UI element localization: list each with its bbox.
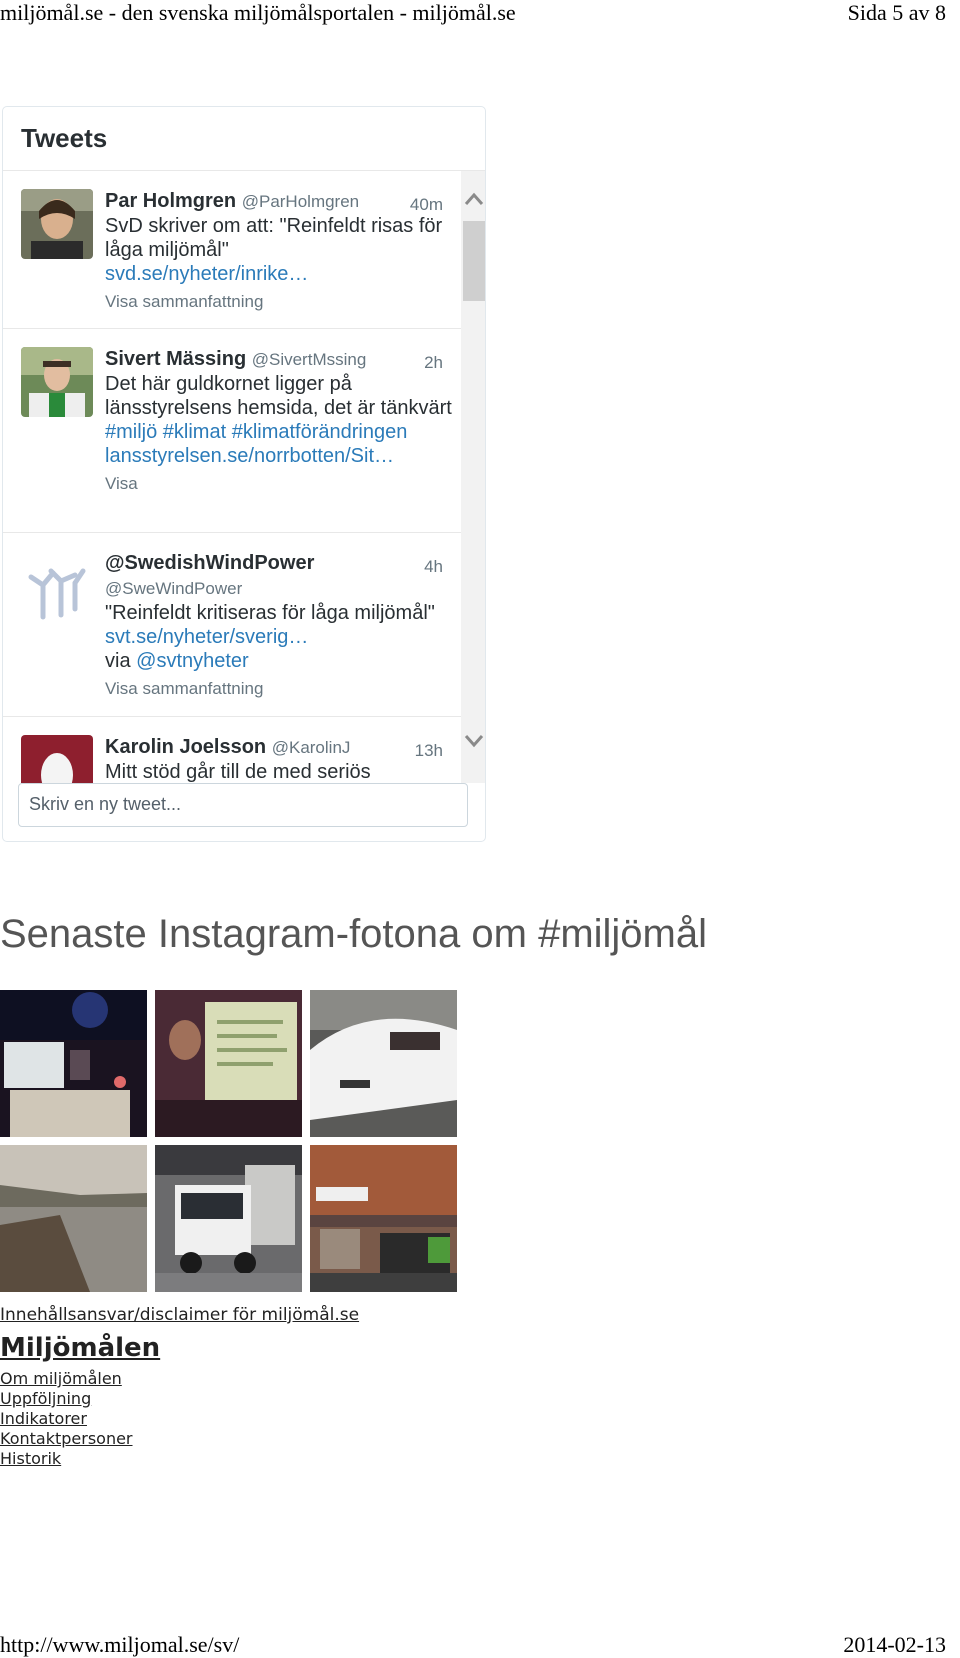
chevron-down-icon[interactable] (461, 731, 485, 753)
footer-link-indikatorer[interactable]: Indikatorer (0, 1409, 359, 1429)
tweet-author-name[interactable]: Sivert Mässing (105, 348, 246, 370)
tweet-expand-link[interactable]: Visa sammanfattning (105, 677, 461, 701)
miljomalen-heading-link[interactable]: Miljömålen (0, 1333, 359, 1363)
tweet-timestamp[interactable]: 4h (424, 555, 443, 579)
footer-link-kontaktpersoner[interactable]: Kontaktpersoner (0, 1429, 359, 1449)
tweet-author-handle[interactable]: @ParHolmgren (242, 192, 359, 211)
new-tweet-placeholder: Skriv en ny tweet... (29, 794, 182, 814)
tweet-timestamp[interactable]: 40m (410, 193, 443, 217)
tweet-item[interactable]: Sivert Mässing @SivertMssing 2h Det här … (3, 329, 461, 533)
tweet-item[interactable]: Par Holmgren @ParHolmgren 40m SvD skrive… (3, 171, 461, 329)
tweet-list: Par Holmgren @ParHolmgren 40m SvD skrive… (3, 171, 461, 783)
instagram-photo-grid (0, 990, 460, 1292)
print-page-number: Sida 5 av 8 (847, 0, 946, 25)
footer-link-historik[interactable]: Historik (0, 1449, 359, 1469)
tweet-item[interactable]: @SwedishWindPower 4h @SweWindPower "Rein… (3, 533, 461, 717)
print-header-title: miljömål.se - den svenska miljömålsporta… (0, 0, 516, 25)
chevron-up-icon[interactable] (461, 189, 485, 211)
tweet-author-handle[interactable]: @SweWindPower (105, 577, 461, 601)
tweet-author-handle[interactable]: @KarolinJ (272, 738, 351, 757)
instagram-photo[interactable] (0, 1145, 147, 1292)
tweet-author-name[interactable]: Par Holmgren (105, 190, 236, 212)
tweets-title: Tweets (21, 123, 108, 153)
avatar[interactable] (21, 189, 93, 259)
tweets-header: Tweets (3, 107, 485, 171)
tweet-via-label: via (105, 650, 131, 672)
avatar[interactable] (21, 735, 93, 783)
instagram-photo[interactable] (155, 990, 302, 1137)
tweet-text: "Reinfeldt kritiseras för låga miljömål" (105, 602, 435, 624)
tweet-text: SvD skriver om att: "Reinfeldt risas för… (105, 215, 443, 261)
instagram-photo[interactable] (0, 990, 147, 1137)
tweet-expand-link[interactable]: Visa (105, 472, 461, 496)
tweet-author-handle[interactable]: @SivertMssing (252, 350, 367, 369)
tweets-stream[interactable]: Par Holmgren @ParHolmgren 40m SvD skrive… (3, 171, 485, 783)
tweet-timestamp[interactable]: 13h (415, 739, 443, 763)
tweet-link[interactable]: lansstyrelsen.se/norrbotten/Sit… (105, 444, 461, 468)
tweet-hashtags[interactable]: #miljö #klimat #klimatförändringen (105, 421, 407, 443)
footer-link-uppfoljning[interactable]: Uppföljning (0, 1389, 359, 1409)
instagram-photo[interactable] (155, 1145, 302, 1292)
tweet-text: Mitt stöd går till de med seriös (105, 761, 371, 783)
tweet-link[interactable]: svd.se/nyheter/inrike… (105, 262, 461, 286)
tweet-author-name[interactable]: Karolin Joelsson (105, 736, 266, 758)
tweets-scrollbar[interactable] (461, 171, 485, 783)
scrollbar-thumb[interactable] (463, 221, 485, 301)
instagram-photo[interactable] (310, 990, 457, 1137)
tweet-text: Det här guldkornet ligger på länsstyrels… (105, 373, 452, 419)
print-footer: http://www.miljomal.se/sv/ 2014-02-13 (0, 1632, 960, 1657)
tweet-expand-link[interactable]: Visa sammanfattning (105, 290, 461, 314)
tweets-widget: Tweets Par Holmgren @ParHolmgren 40m SvD… (2, 106, 486, 842)
tweet-item[interactable]: Karolin Joelsson @KarolinJ 13h Mitt stöd… (3, 717, 461, 783)
footer-link-om-miljomalen[interactable]: Om miljömålen (0, 1369, 359, 1389)
disclaimer-link[interactable]: Innehållsansvar/disclaimer för miljömål.… (0, 1305, 359, 1325)
instagram-title: Senaste Instagram-fotona om #miljömål (0, 912, 707, 956)
print-header: miljömål.se - den svenska miljömålsporta… (0, 0, 960, 30)
avatar[interactable] (21, 551, 93, 621)
print-footer-date: 2014-02-13 (843, 1632, 946, 1657)
miljomalen-link-list: Om miljömålen Uppföljning Indikatorer Ko… (0, 1369, 359, 1469)
tweet-via-mention[interactable]: @svtnyheter (136, 650, 249, 672)
tweet-author-name[interactable]: @SwedishWindPower (105, 552, 314, 574)
instagram-photo[interactable] (310, 1145, 457, 1292)
tweet-timestamp[interactable]: 2h (424, 351, 443, 375)
avatar[interactable] (21, 347, 93, 417)
tweet-link[interactable]: svt.se/nyheter/sverig… (105, 626, 308, 648)
print-footer-url: http://www.miljomal.se/sv/ (0, 1632, 240, 1657)
footer-links: Innehållsansvar/disclaimer för miljömål.… (0, 1305, 359, 1469)
new-tweet-input[interactable]: Skriv en ny tweet... (18, 783, 468, 827)
